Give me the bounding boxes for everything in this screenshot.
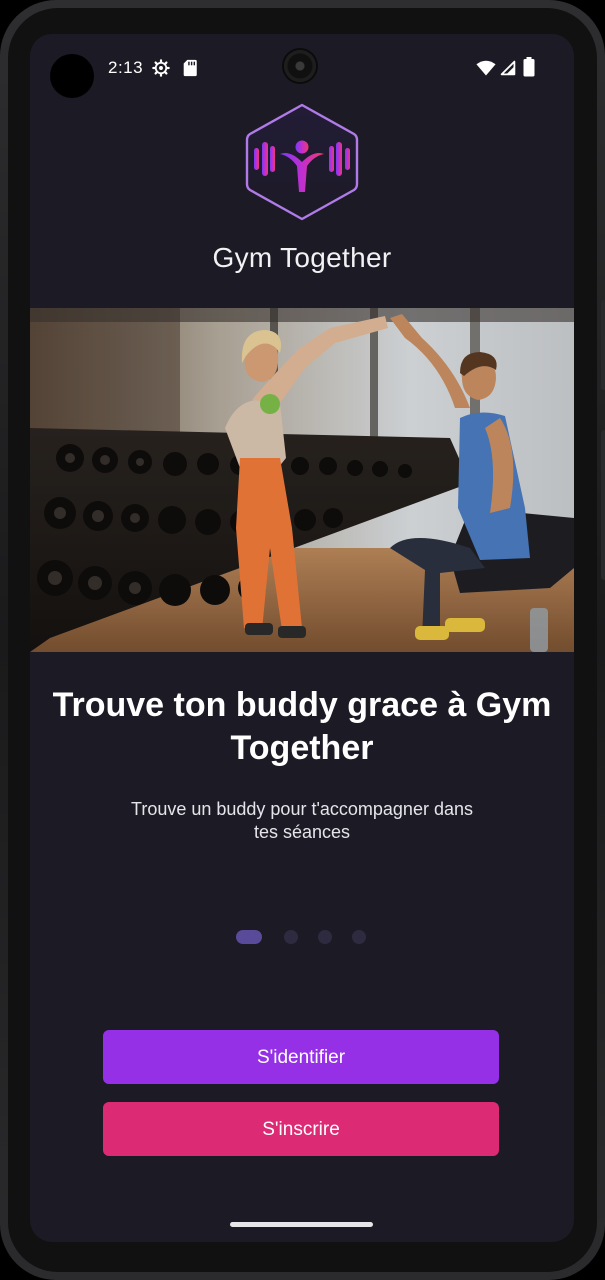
phone-frame: 2:13 Gym Together Trouve ton buddy grace… xyxy=(0,0,605,1280)
volume-button xyxy=(601,430,605,580)
page-dot-1[interactable] xyxy=(236,930,262,944)
page-dot-2[interactable] xyxy=(284,930,298,944)
settings-gear-icon xyxy=(152,59,170,77)
sd-card-icon xyxy=(183,59,197,77)
status-bar: 2:13 xyxy=(30,54,574,84)
slide-title: Trouve ton buddy grace à Gym Together xyxy=(52,686,552,767)
battery-icon xyxy=(523,57,535,77)
status-time: 2:13 xyxy=(108,58,144,77)
app-name: Gym Together xyxy=(212,242,392,273)
gym-together-logo xyxy=(245,103,359,221)
slide-subtitle: Trouve un buddy pour t'accompagner dans … xyxy=(131,799,473,842)
signup-button[interactable]: S'inscrire xyxy=(103,1102,499,1156)
page-dot-4[interactable] xyxy=(352,930,366,944)
home-indicator[interactable] xyxy=(230,1222,373,1227)
page-indicator xyxy=(30,930,574,944)
gym-partners-high-five-photo xyxy=(30,308,574,652)
power-button xyxy=(601,300,605,390)
app-screen: 2:13 Gym Together Trouve ton buddy grace… xyxy=(30,34,574,1242)
cell-signal-icon xyxy=(500,60,516,76)
page-dot-3[interactable] xyxy=(318,930,332,944)
wifi-icon xyxy=(476,60,496,76)
login-button[interactable]: S'identifier xyxy=(103,1030,499,1084)
